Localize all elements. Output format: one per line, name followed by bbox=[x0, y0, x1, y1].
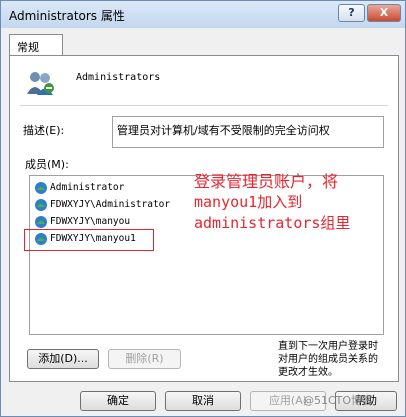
ok-button[interactable]: 确定 bbox=[80, 391, 156, 411]
user-icon bbox=[35, 182, 47, 194]
description-field[interactable]: 管理员对计算机/域有不受限制的完全访问权 bbox=[112, 116, 384, 148]
group-name: Administrators bbox=[76, 72, 161, 83]
member-item[interactable]: FDWXYJY\Administrator bbox=[34, 197, 170, 213]
highlight-box bbox=[24, 229, 154, 251]
member-name: Administrator bbox=[50, 182, 125, 193]
annotation-text: 登录管理员账户，将 manyou1加入到 administrators组里 bbox=[194, 171, 350, 234]
annotation-line: administrators组里 bbox=[194, 214, 351, 232]
member-name: FDWXYJY\manyou bbox=[50, 216, 131, 227]
separator bbox=[20, 105, 388, 106]
description-label: 描述(E): bbox=[23, 124, 65, 137]
group-users-icon bbox=[27, 72, 54, 95]
member-item[interactable]: FDWXYJY\manyou bbox=[34, 214, 130, 230]
watermark: @51CTO博客 bbox=[303, 394, 374, 407]
member-name: FDWXYJY\Administrator bbox=[50, 199, 171, 210]
cancel-button[interactable]: 取消 bbox=[165, 391, 241, 411]
tab-general[interactable]: 常规 bbox=[9, 34, 63, 56]
members-label: 成员(M): bbox=[25, 158, 69, 171]
window-title: Administrators 属性 bbox=[9, 9, 125, 23]
domain-user-icon bbox=[35, 216, 47, 228]
title-bar[interactable]: Administrators 属性 ? X bbox=[1, 1, 405, 28]
properties-window: Administrators 属性 ? X 常规 Administrators … bbox=[0, 0, 406, 417]
membership-note: 直到下一次用户登录时对用户的组成员关系的更改才生效。 bbox=[278, 341, 378, 378]
annotation-line: 登录管理员账户，将 bbox=[194, 172, 339, 191]
add-member-button[interactable]: 添加(D)... bbox=[27, 349, 99, 369]
close-button[interactable]: X bbox=[367, 4, 401, 22]
annotation-line: manyou1加入到 bbox=[194, 193, 303, 211]
remove-member-button[interactable]: 删除(R) bbox=[108, 349, 181, 369]
domain-user-icon bbox=[35, 199, 47, 211]
member-item[interactable]: Administrator bbox=[34, 180, 124, 196]
help-title-button[interactable]: ? bbox=[338, 4, 365, 22]
